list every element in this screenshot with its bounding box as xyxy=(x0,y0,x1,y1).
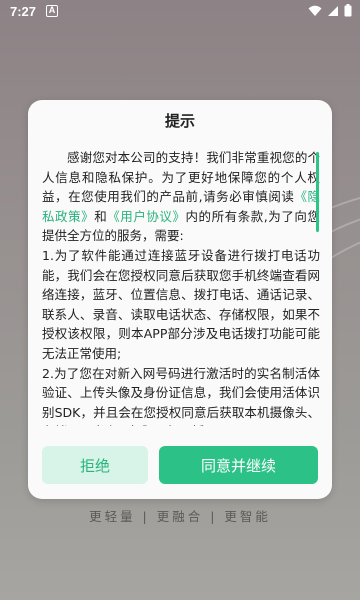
dialog-body[interactable]: 感谢您对本公司的支持！我们非常重视您的个人信息和隐私保护。为了更好地保障您的个人… xyxy=(42,148,320,426)
screen: 7:27 A 提示 感谢您对本公司的支持！我们非常重视您的个人信息和隐私保护。为… xyxy=(0,0,360,600)
wifi-icon xyxy=(308,5,322,21)
scrollbar[interactable] xyxy=(316,152,319,232)
user-agreement-link[interactable]: 《用户协议》 xyxy=(107,209,185,224)
status-bar: 7:27 A xyxy=(0,0,360,24)
dialog-title: 提示 xyxy=(164,112,195,130)
permission-item-1: 1.为了软件能通过连接蓝牙设备进行拨打电话功能，我们会在您授权同意后获取您手机终… xyxy=(42,247,320,361)
slogan: 更轻量 | 更融合 | 更智能 xyxy=(89,509,271,524)
status-time: 7:27 xyxy=(10,4,37,19)
dialog-intro: 感谢您对本公司的支持！我们非常重视您的个人信息和隐私保护。为了更好地保障您的个人… xyxy=(42,148,320,246)
notification-icon: A xyxy=(46,5,58,17)
accept-continue-button[interactable]: 同意并继续 xyxy=(159,446,318,484)
permission-item-2: 2.为了您在对新入网号码进行激活时的实名制活体验证、上传头像及身份证信息，我们会… xyxy=(42,365,320,426)
privacy-dialog: 提示 感谢您对本公司的支持！我们非常重视您的个人信息和隐私保护。为了更好地保障您… xyxy=(28,100,332,499)
battery-icon xyxy=(344,4,352,21)
intro-text: 感谢您对本公司的支持！我们非常重视您的个人信息和隐私保护。为了更好地保障您的个人… xyxy=(42,150,320,205)
signal-icon xyxy=(327,5,339,21)
and-text: 和 xyxy=(94,208,108,224)
status-icons xyxy=(308,4,352,21)
reject-button[interactable]: 拒绝 xyxy=(42,446,148,484)
